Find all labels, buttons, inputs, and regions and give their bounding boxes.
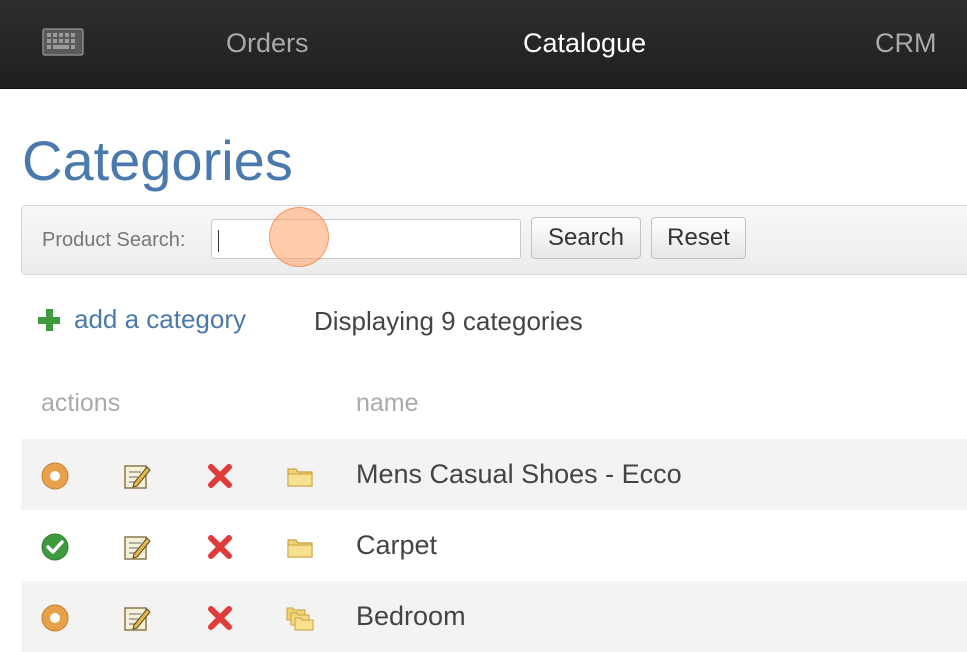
- folder-icon[interactable]: [285, 461, 315, 491]
- top-navbar: Orders Catalogue CRM: [0, 0, 967, 89]
- add-category-link[interactable]: add a category: [37, 304, 246, 335]
- category-count: Displaying 9 categories: [314, 306, 583, 336]
- search-bar: Product Search: Search Reset: [21, 205, 967, 275]
- keyboard-icon[interactable]: [42, 28, 84, 56]
- nav-orders[interactable]: Orders: [226, 28, 309, 59]
- category-name[interactable]: Bedroom: [356, 601, 466, 632]
- add-category-label: add a category: [74, 304, 247, 334]
- text-caret: [218, 230, 219, 252]
- nav-crm[interactable]: CRM: [875, 28, 937, 59]
- category-name[interactable]: Mens Casual Shoes - Ecco: [356, 459, 682, 490]
- edit-icon[interactable]: [122, 461, 152, 491]
- search-button[interactable]: Search: [531, 217, 641, 259]
- category-name[interactable]: Carpet: [356, 530, 437, 561]
- search-label: Product Search:: [42, 229, 186, 251]
- delete-icon[interactable]: [205, 603, 235, 633]
- nav-catalogue[interactable]: Catalogue: [523, 28, 646, 59]
- folder-icon[interactable]: [285, 532, 315, 562]
- product-search-input[interactable]: [211, 219, 521, 259]
- edit-icon[interactable]: [122, 532, 152, 562]
- orange-circle-icon[interactable]: [40, 461, 70, 491]
- page-title: Categories: [22, 129, 293, 192]
- edit-icon[interactable]: [122, 603, 152, 633]
- folders-icon[interactable]: [285, 603, 315, 633]
- reset-button[interactable]: Reset: [651, 217, 746, 259]
- column-header-actions: actions: [41, 389, 121, 417]
- green-check-icon[interactable]: [40, 532, 70, 562]
- delete-icon[interactable]: [205, 461, 235, 491]
- table-row: Carpet: [21, 510, 967, 581]
- orange-circle-icon[interactable]: [40, 603, 70, 633]
- table-row: Bedroom: [21, 581, 967, 652]
- plus-icon: [37, 308, 61, 332]
- table-row: Mens Casual Shoes - Ecco: [21, 439, 967, 510]
- click-indicator: [269, 207, 329, 267]
- column-header-name[interactable]: name: [356, 389, 419, 418]
- delete-icon[interactable]: [205, 532, 235, 562]
